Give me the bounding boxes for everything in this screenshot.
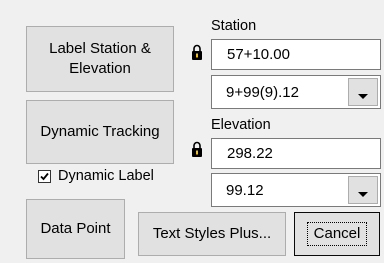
dynamic-tracking-label: Dynamic Tracking: [40, 123, 160, 140]
label-station-elevation-button[interactable]: Label Station & Elevation: [26, 26, 174, 92]
station-combo[interactable]: 9+99(9).12: [211, 75, 381, 109]
label-station-elevation-line2: Elevation: [69, 60, 131, 77]
dynamic-label-checkbox[interactable]: Dynamic Label: [38, 167, 173, 187]
elevation-input[interactable]: 298.22: [211, 138, 381, 169]
data-point-label: Data Point: [40, 220, 111, 237]
elevation-combo-value: 99.12: [226, 182, 264, 199]
elevation-combo-dropdown-button[interactable]: [348, 176, 378, 204]
data-point-button[interactable]: Data Point: [26, 199, 125, 259]
dynamic-label-text: Dynamic Label: [58, 168, 154, 184]
cancel-button[interactable]: Cancel: [294, 212, 380, 256]
station-input[interactable]: 57+10.00: [211, 39, 381, 70]
elevation-label: Elevation: [211, 117, 271, 133]
cancel-label: Cancel: [306, 222, 368, 246]
chevron-down-icon: [358, 94, 368, 99]
label-station-elevation-line1: Label Station &: [49, 40, 151, 57]
padlock-icon: [192, 44, 202, 60]
station-value: 57+10.00: [227, 46, 290, 63]
chevron-down-icon: [358, 192, 368, 197]
checkbox-box[interactable]: [38, 170, 51, 183]
station-combo-dropdown-button[interactable]: [348, 78, 378, 106]
text-styles-plus-button[interactable]: Text Styles Plus...: [138, 212, 286, 256]
padlock-icon: [192, 141, 202, 157]
checkmark-icon: [40, 172, 49, 181]
elevation-combo[interactable]: 99.12: [211, 173, 381, 207]
station-combo-value: 9+99(9).12: [226, 84, 299, 101]
dynamic-tracking-button[interactable]: Dynamic Tracking: [26, 100, 174, 164]
station-label: Station: [211, 18, 257, 34]
text-styles-plus-label: Text Styles Plus...: [152, 225, 272, 242]
elevation-value: 298.22: [227, 145, 273, 162]
